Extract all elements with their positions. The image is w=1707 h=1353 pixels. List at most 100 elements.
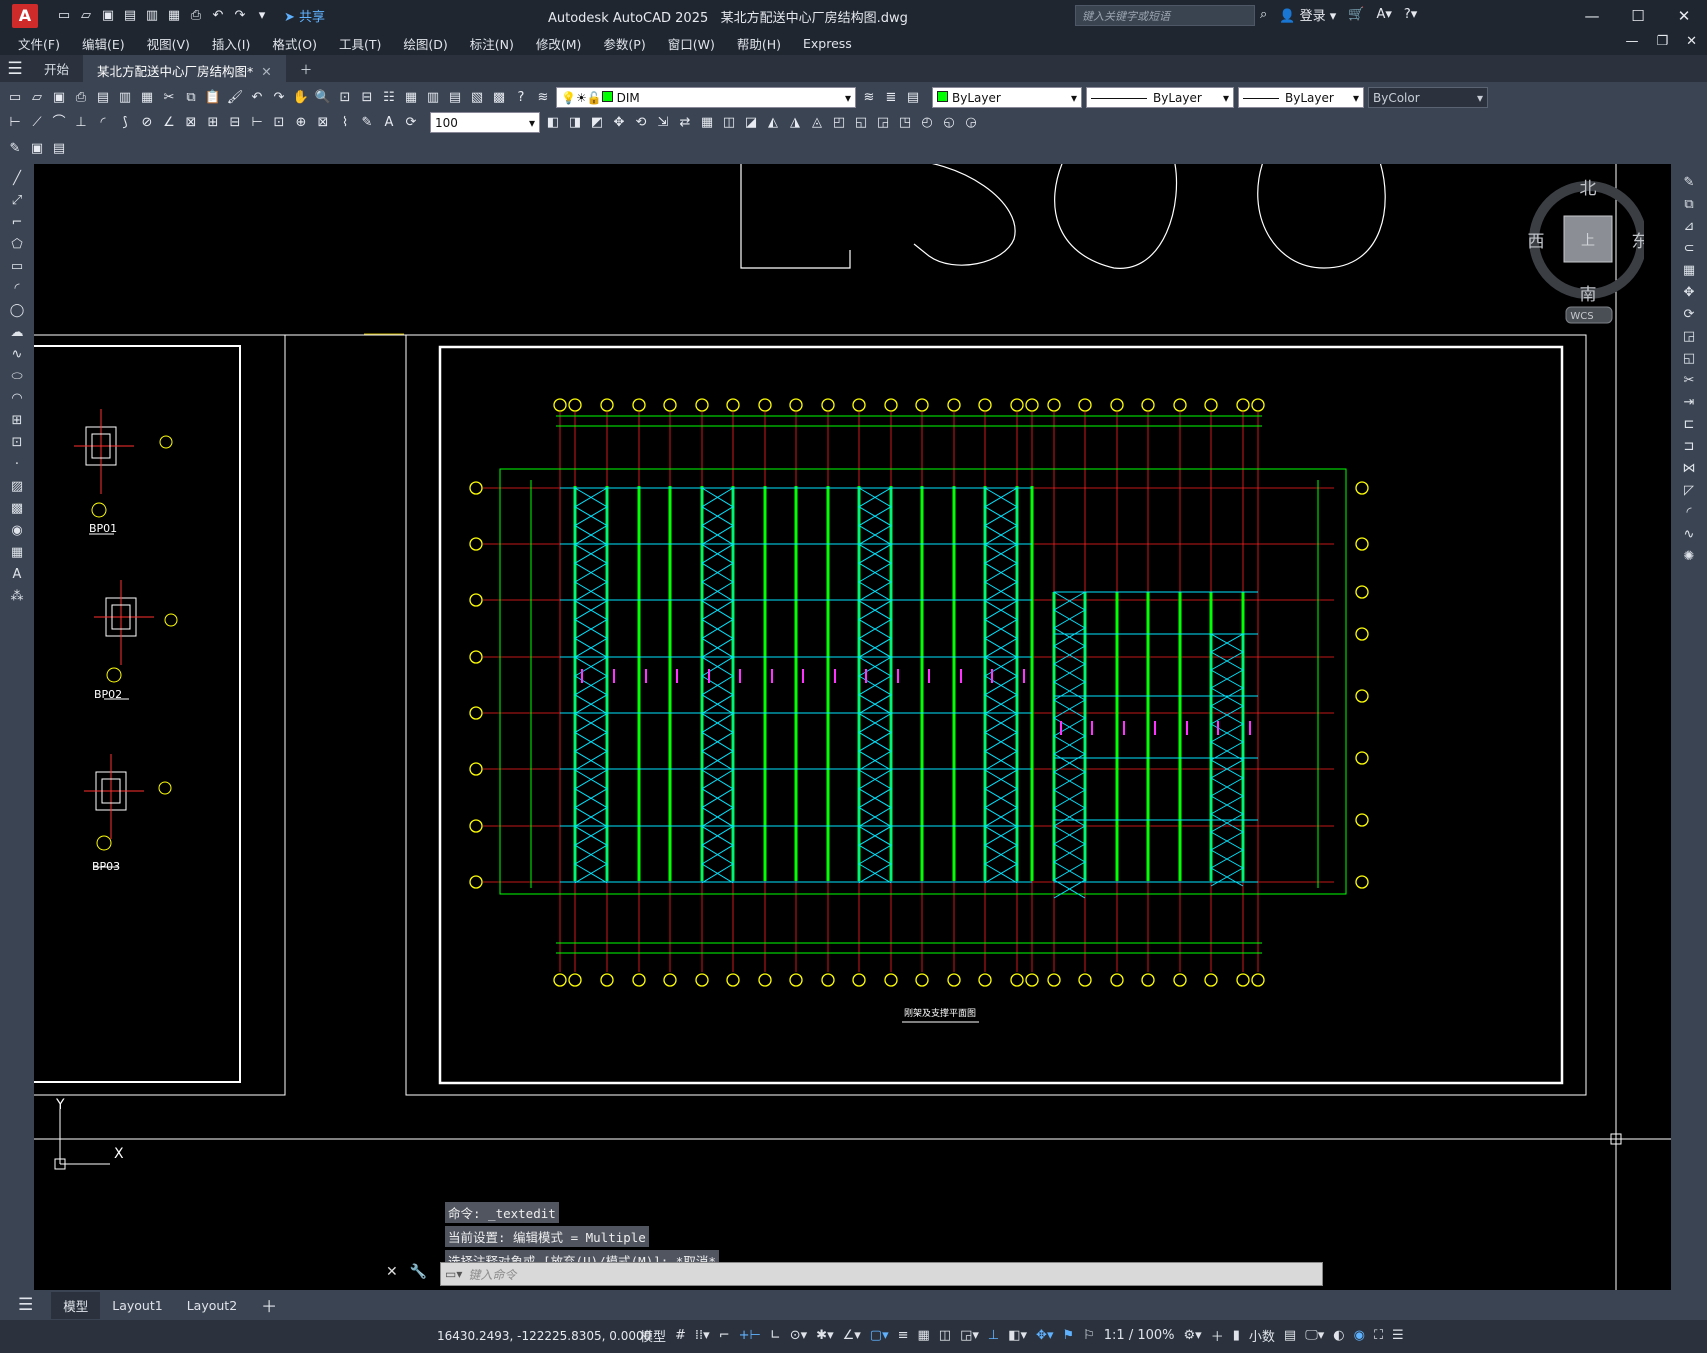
help-icon[interactable]: ?▾ <box>1404 7 1417 22</box>
arc-length-icon[interactable]: ⌒ <box>50 114 68 132</box>
undo-icon[interactable]: ↶ <box>248 89 266 107</box>
cut-icon[interactable]: ✂ <box>160 89 178 107</box>
line-icon[interactable]: ╱ <box>8 170 26 188</box>
redo-icon[interactable]: ↷ <box>232 8 248 24</box>
polar-icon[interactable]: ⊙▾ <box>790 1328 807 1343</box>
snap-icon[interactable]: ⁞⁞▾ <box>695 1328 710 1343</box>
hardware-acceleration-icon[interactable]: ◉ <box>1354 1328 1365 1343</box>
join-icon[interactable]: ⋈ <box>1680 460 1698 478</box>
chamfer-icon[interactable]: ◸ <box>1680 482 1698 500</box>
3d-mirror-icon[interactable]: ⇄ <box>676 114 694 132</box>
table-icon[interactable]: ▦ <box>8 544 26 562</box>
calculator-icon[interactable]: ▩ <box>490 89 508 107</box>
isolate-objects-icon[interactable]: ◐ <box>1333 1328 1344 1343</box>
viewcube-south[interactable]: 南 <box>1580 285 1597 305</box>
3d-box-icon[interactable]: ◧ <box>544 114 562 132</box>
explode-icon[interactable]: ✺ <box>1680 548 1698 566</box>
menu-view[interactable]: 视图(V) <box>147 34 190 53</box>
selection-cycling-icon[interactable]: ◫ <box>939 1328 951 1343</box>
undo-icon[interactable]: ↶ <box>210 8 226 24</box>
dim-text-edit-icon[interactable]: A <box>380 114 398 132</box>
quick-dim-icon[interactable]: ⊠ <box>182 114 200 132</box>
3d-array-icon[interactable]: ▦ <box>698 114 716 132</box>
tool-palettes-icon[interactable]: ▥ <box>424 89 442 107</box>
tab-close-icon[interactable]: ✕ <box>261 64 271 79</box>
jog-line-icon[interactable]: ⌇ <box>336 114 354 132</box>
menu-format[interactable]: 格式(O) <box>272 34 317 53</box>
quick-properties-icon[interactable]: ▤ <box>1284 1328 1296 1343</box>
taper-faces-icon[interactable]: ◬ <box>808 114 826 132</box>
center-mark-icon[interactable]: ⊕ <box>292 114 310 132</box>
menu-file[interactable]: 文件(F) <box>18 34 60 53</box>
break-icon[interactable]: ⊐ <box>1680 438 1698 456</box>
color-faces-icon[interactable]: ◶ <box>962 114 980 132</box>
save-icon[interactable]: ▣ <box>50 89 68 107</box>
share-button[interactable]: ➤ 共享 <box>284 6 325 25</box>
fillet-icon[interactable]: ◜ <box>1680 504 1698 522</box>
jogged-dim-icon[interactable]: ⟆ <box>116 114 134 132</box>
shell-icon[interactable]: ◰ <box>830 114 848 132</box>
color-dropdown[interactable]: ByLayer ▾ <box>932 87 1082 108</box>
units-dropdown[interactable]: 小数 <box>1249 1326 1275 1345</box>
zoom-realtime-icon[interactable]: 🔍 <box>314 89 332 107</box>
slice-icon[interactable]: ◪ <box>742 114 760 132</box>
polygon-icon[interactable]: ⬠ <box>8 236 26 254</box>
extend-icon[interactable]: ⇥ <box>1680 394 1698 412</box>
circle-icon[interactable]: ◯ <box>8 302 26 320</box>
tab-layout2[interactable]: Layout2 <box>175 1294 249 1317</box>
dynamic-ucs-icon[interactable]: ⊥ <box>988 1328 999 1343</box>
publish-icon[interactable]: ▥ <box>144 8 160 24</box>
annotation-scale[interactable]: 1:1 / 100% <box>1104 1328 1175 1343</box>
model-space-toggle[interactable]: 模型 <box>640 1326 666 1345</box>
doc-minimize-icon[interactable]: — <box>1625 34 1638 49</box>
make-current-layer-icon[interactable]: ≋ <box>860 89 878 107</box>
tab-layout1[interactable]: Layout1 <box>100 1294 174 1317</box>
auto-scale-icon[interactable]: ⚐ <box>1083 1328 1095 1343</box>
viewcube[interactable]: 上 北 南 东 西 WCS <box>1514 164 1644 344</box>
publish-icon[interactable]: ▥ <box>116 89 134 107</box>
ellipse-icon[interactable]: ⬭ <box>8 368 26 386</box>
3d-move-icon[interactable]: ✥ <box>610 114 628 132</box>
annotation-visibility-icon[interactable]: ⚑ <box>1062 1328 1074 1343</box>
ortho-icon[interactable]: ∟ <box>770 1328 781 1343</box>
new-file-icon[interactable]: ▭ <box>56 8 72 24</box>
close-command-line-icon[interactable]: ✕ <box>386 1264 398 1280</box>
grid-icon[interactable]: # <box>675 1328 686 1343</box>
hamburger-menu-icon[interactable]: ☰ <box>0 59 30 79</box>
markup-icon[interactable]: ▧ <box>468 89 486 107</box>
region-icon[interactable]: ◉ <box>8 522 26 540</box>
construction-line-icon[interactable]: ⤢ <box>8 192 26 210</box>
aligned-dim-icon[interactable]: ⟋ <box>28 114 46 132</box>
menu-edit[interactable]: 编辑(E) <box>82 34 125 53</box>
3dprint-icon[interactable]: ▦ <box>138 89 156 107</box>
object-snap-icon[interactable]: ▢▾ <box>870 1328 889 1343</box>
3d-union-icon[interactable]: ◨ <box>566 114 584 132</box>
viewcube-west[interactable]: 西 <box>1528 232 1545 252</box>
doc-restore-icon[interactable]: ❐ <box>1656 34 1668 49</box>
baseline-dim-icon[interactable]: ⊞ <box>204 114 222 132</box>
command-prompt-icon[interactable]: ▭▾ <box>445 1267 462 1281</box>
viewcube-north[interactable]: 北 <box>1580 179 1597 199</box>
inspect-icon[interactable]: ⊠ <box>314 114 332 132</box>
minimize-icon[interactable]: — <box>1569 0 1615 31</box>
linear-dim-icon[interactable]: ⊢ <box>6 114 24 132</box>
copy-faces-icon[interactable]: ◵ <box>940 114 958 132</box>
array-icon[interactable]: ▦ <box>1680 262 1698 280</box>
save-icon[interactable]: ▣ <box>100 8 116 24</box>
zoom-window-icon[interactable]: ⊡ <box>336 89 354 107</box>
imprint-icon[interactable]: ◱ <box>852 114 870 132</box>
stretch-icon[interactable]: ◱ <box>1680 350 1698 368</box>
clean-icon[interactable]: ◳ <box>896 114 914 132</box>
command-input[interactable]: ▭▾ 键入命令 <box>440 1262 1323 1286</box>
ordinate-dim-icon[interactable]: ⊥ <box>72 114 90 132</box>
zoom-previous-icon[interactable]: ⊟ <box>358 89 376 107</box>
menu-dimension[interactable]: 标注(N) <box>470 34 514 53</box>
plot-icon[interactable]: ⎙ <box>72 89 90 107</box>
trim-icon[interactable]: ✂ <box>1680 372 1698 390</box>
design-center-icon[interactable]: ▦ <box>402 89 420 107</box>
make-block-icon[interactable]: ⊡ <box>8 434 26 452</box>
scale-icon[interactable]: ◲ <box>1680 328 1698 346</box>
plotstyle-dropdown[interactable]: ByColor ▾ <box>1368 87 1488 108</box>
menu-help[interactable]: 帮助(H) <box>737 34 781 53</box>
mirror-icon[interactable]: ⊿ <box>1680 218 1698 236</box>
